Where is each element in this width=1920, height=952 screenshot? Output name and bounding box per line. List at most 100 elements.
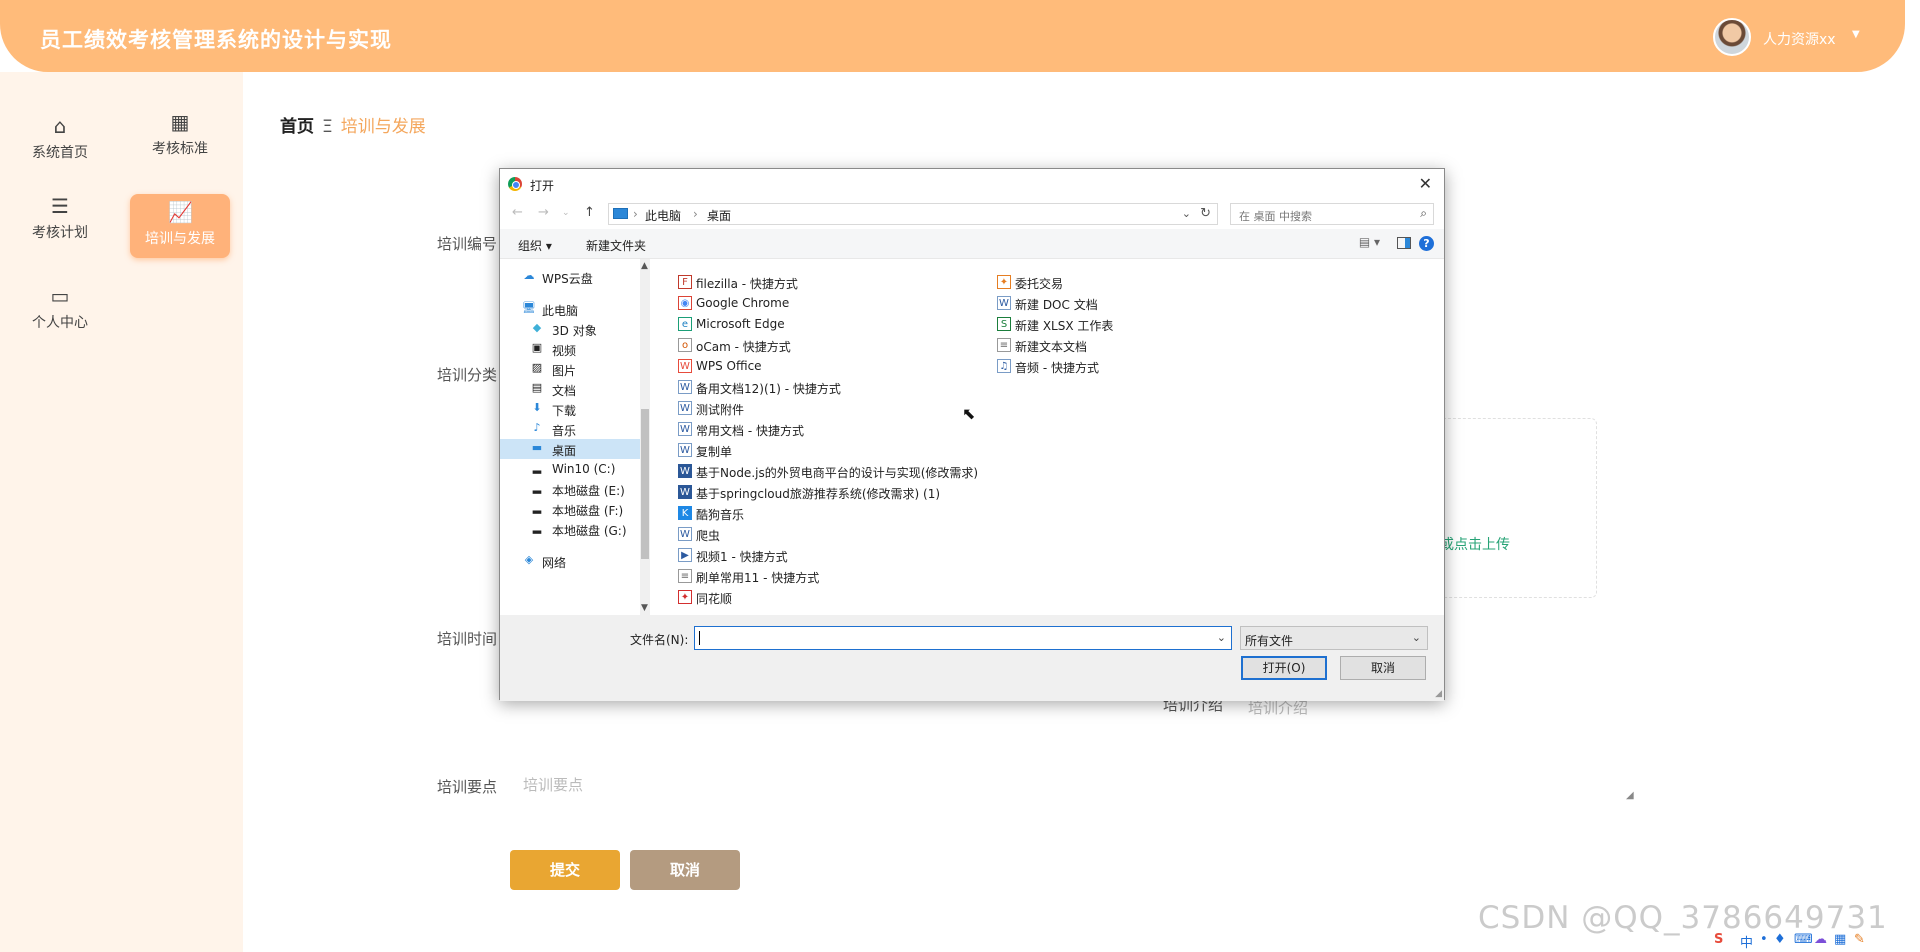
video-file-icon: ▶ (678, 548, 692, 562)
drive-icon: ▂ (532, 521, 542, 534)
search-icon[interactable]: ⌕ (1420, 206, 1427, 221)
tree-item-drive-c[interactable]: ▂ Win10 (C:) (500, 459, 640, 479)
chevron-down-icon[interactable]: ⌄ (1217, 631, 1226, 644)
chevron-down-icon[interactable]: ▼ (1852, 29, 1860, 40)
filetype-value: 所有文件 (1245, 634, 1294, 648)
tree-scrollbar[interactable]: ▲ ▼ (640, 259, 650, 615)
chrome-icon (508, 177, 522, 191)
filename-label: 文件名(N): (630, 633, 689, 647)
breadcrumb-current: 培训与发展 (340, 117, 426, 137)
tree-item-network[interactable]: ◈ 网络 (500, 551, 640, 571)
dialog-search-input[interactable]: 在 桌面 中搜索 ⌕ (1230, 203, 1434, 225)
back-arrow-icon[interactable]: ← (512, 205, 523, 220)
tree-item-this-pc[interactable]: 🖥 此电脑 (500, 299, 640, 319)
user-name[interactable]: 人力资源xx (1763, 29, 1836, 49)
training-points-input[interactable]: 培训要点 (523, 774, 583, 795)
chevron-down-icon[interactable]: ⌄ (1412, 631, 1421, 644)
dialog-cancel-button[interactable]: 取消 (1340, 656, 1426, 680)
tree-item-documents[interactable]: ▤ 文档 (500, 379, 640, 399)
tree-item-videos[interactable]: ▣ 视频 (500, 339, 640, 359)
app-title: 员工绩效考核管理系统的设计与实现 (40, 28, 392, 52)
address-row: ← → ⌄ ↑ › 此电脑 › 桌面 ⌄ ↻ 在 桌面 中搜索 ⌕ (500, 199, 1444, 229)
breadcrumb-home[interactable]: 首页 (280, 117, 314, 137)
sogou-icon[interactable]: S (1714, 932, 1723, 947)
text-file-icon: ≡ (997, 338, 1011, 352)
view-options-icon[interactable]: ▤ ▾ (1359, 235, 1380, 249)
tree-item-wps-cloud[interactable]: ☁ WPS云盘 (500, 267, 640, 287)
spreadsheet-icon: S (997, 317, 1011, 331)
new-folder-button[interactable]: 新建文件夹 (586, 237, 646, 254)
word-doc-icon: W (678, 527, 692, 541)
dialog-titlebar[interactable]: 打开 ✕ (500, 169, 1444, 199)
word-doc-icon: W (678, 380, 692, 394)
user-avatar[interactable] (1713, 18, 1751, 56)
address-crumb-desktop[interactable]: 桌面 (707, 207, 731, 224)
word-doc-icon: W (997, 296, 1011, 310)
microphone-icon[interactable]: ♦ (1774, 932, 1786, 947)
grid-icon: ▦ (170, 110, 190, 134)
sidebar-item-plans[interactable]: ☰ 考核计划 (10, 188, 110, 252)
sidebar-item-training[interactable]: 📈 培训与发展 (130, 194, 230, 258)
text-caret (699, 631, 700, 645)
scroll-up-icon[interactable]: ▲ (641, 261, 648, 271)
forward-arrow-icon[interactable]: → (538, 205, 549, 220)
preview-pane-icon[interactable] (1397, 237, 1411, 249)
help-icon[interactable]: ? (1419, 236, 1434, 251)
file-open-dialog: 打开 ✕ ← → ⌄ ↑ › 此电脑 › 桌面 ⌄ ↻ 在 桌面 中搜索 ⌕ 组… (499, 168, 1445, 701)
dialog-footer: 文件名(N): ⌄ 所有文件 ⌄ 打开(O) 取消 ◢ (500, 615, 1444, 701)
chevron-down-icon[interactable]: ⌄ (1182, 207, 1191, 220)
punctuation-icon[interactable]: • (1760, 932, 1768, 947)
submit-button[interactable]: 提交 (510, 850, 620, 890)
address-separator: › (693, 207, 698, 221)
navigation-tree: ☁ WPS云盘 🖥 此电脑 ◆ 3D 对象 ▣ 视频 ▨ 图片 ▤ 文档 ⬇ 下载 ♪ 音乐 ▬… (500, 259, 650, 615)
tree-item-music[interactable]: ♪ 音乐 (500, 419, 640, 439)
audio-file-icon: ♫ (997, 359, 1011, 373)
tree-item-drive-g[interactable]: ▂ 本地磁盘 (G:) (500, 519, 640, 539)
scrollbar-thumb[interactable] (641, 409, 649, 559)
keyboard-icon[interactable]: ⌨ (1794, 932, 1813, 947)
filename-input[interactable]: ⌄ (694, 626, 1232, 650)
word-doc-icon: W (678, 485, 692, 499)
drive-icon: ▂ (532, 461, 542, 474)
cancel-button[interactable]: 取消 (630, 850, 740, 890)
sidebar-item-home[interactable]: ⌂ 系统首页 (10, 108, 110, 172)
label-training-category: 培训分类 (437, 366, 498, 384)
refresh-icon[interactable]: ↻ (1200, 206, 1211, 221)
chart-icon: 📈 (168, 200, 193, 224)
tree-item-drive-e[interactable]: ▂ 本地磁盘 (E:) (500, 479, 640, 499)
scroll-down-icon[interactable]: ▼ (641, 603, 648, 613)
tree-item-3d-objects[interactable]: ◆ 3D 对象 (500, 319, 640, 339)
address-bar[interactable]: › 此电脑 › 桌面 ⌄ ↻ (608, 203, 1218, 225)
ocam-icon: o (678, 338, 692, 352)
ime-indicator[interactable]: 中 (1740, 932, 1753, 951)
picture-icon: ▨ (531, 361, 543, 374)
tree-item-drive-f[interactable]: ▂ 本地磁盘 (F:) (500, 499, 640, 519)
recent-dropdown-icon[interactable]: ⌄ (562, 208, 570, 218)
tonghuashun-icon: ✦ (678, 590, 692, 604)
resize-grip-icon[interactable]: ◢ (1435, 689, 1442, 699)
resize-handle-icon[interactable]: ◢ (1626, 790, 1634, 801)
sidebar-item-standards[interactable]: ▦ 考核标准 (130, 104, 230, 168)
tree-item-downloads[interactable]: ⬇ 下载 (500, 399, 640, 419)
open-button[interactable]: 打开(O) (1241, 656, 1327, 680)
home-icon: ⌂ (53, 114, 67, 138)
chrome-icon: ◉ (678, 296, 692, 310)
sidebar-item-profile[interactable]: ▭ 个人中心 (10, 278, 110, 342)
skin-icon[interactable]: ☁ (1814, 932, 1827, 947)
document-icon: ▤ (531, 381, 543, 394)
upload-link[interactable]: 或点击上传 (1440, 534, 1510, 554)
trade-app-icon: ✦ (997, 275, 1011, 289)
close-icon[interactable]: ✕ (1419, 174, 1432, 193)
cloud-icon: ☁ (523, 269, 535, 282)
sidebar-item-label: 考核计划 (32, 225, 88, 241)
filetype-select[interactable]: 所有文件 ⌄ (1240, 626, 1428, 650)
up-arrow-icon[interactable]: ↑ (584, 205, 595, 220)
tree-item-pictures[interactable]: ▨ 图片 (500, 359, 640, 379)
wps-icon: W (678, 359, 692, 373)
toolbox-icon[interactable]: ▦ (1834, 932, 1846, 947)
address-crumb-pc[interactable]: 此电脑 (645, 207, 681, 224)
pen-icon[interactable]: ✎ (1854, 932, 1865, 947)
cube-icon: ◆ (532, 321, 542, 334)
organize-menu[interactable]: 组织 ▾ (518, 237, 552, 254)
tree-item-desktop[interactable]: ▬ 桌面 (500, 439, 640, 459)
